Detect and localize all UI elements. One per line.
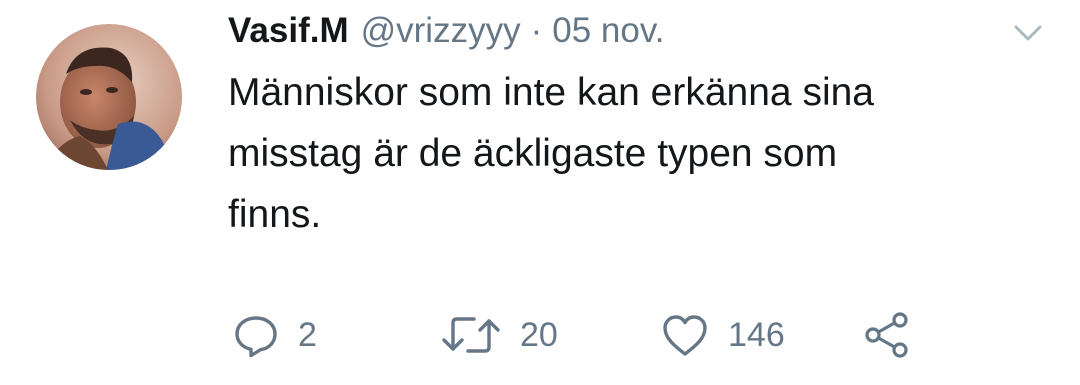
tweet[interactable]: Vasif.M @vrizzyyy · 05 nov. Människor so…	[0, 0, 1080, 385]
like-icon	[663, 315, 707, 356]
retweet-button[interactable]: 20	[440, 300, 558, 370]
like-count: 146	[728, 315, 785, 354]
chevron-down-icon	[1014, 25, 1042, 41]
avatar[interactable]	[36, 24, 182, 170]
tweet-date[interactable]: 05 nov.	[552, 8, 664, 54]
tweet-header: Vasif.M @vrizzyyy · 05 nov.	[228, 8, 664, 54]
share-button[interactable]	[862, 300, 912, 370]
like-button[interactable]: 146	[660, 300, 785, 370]
author-handle[interactable]: @vrizzyyy	[361, 8, 521, 54]
author-name[interactable]: Vasif.M	[228, 8, 349, 54]
retweet-count: 20	[520, 315, 558, 354]
reply-button[interactable]: 2	[232, 300, 317, 370]
reply-icon	[235, 316, 277, 358]
share-icon	[865, 312, 908, 358]
tweet-menu-button[interactable]	[1008, 18, 1048, 48]
separator-dot: ·	[530, 11, 543, 50]
reply-count: 2	[298, 315, 317, 354]
tweet-actions: 2 20 146	[0, 300, 1080, 370]
retweet-icon	[442, 317, 500, 353]
tweet-text: Människor som inte kan erkänna sina miss…	[228, 71, 874, 236]
